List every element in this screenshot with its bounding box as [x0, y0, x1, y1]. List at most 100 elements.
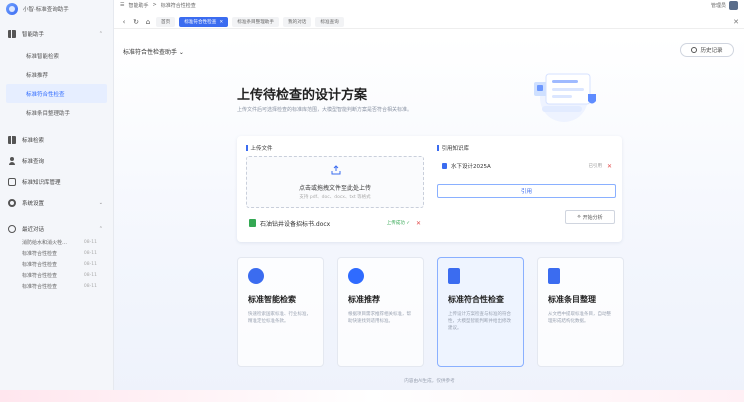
- feature-cards: 标准智能检索 快速检索国家标准、行业标准，精准定位标准条款。 标准推荐 根据项目需求推…: [237, 257, 624, 367]
- home-icon[interactable]: ⌂: [144, 18, 152, 26]
- feature-card[interactable]: 标准条目整理从文档中提取标准条目，自动整理形成结构化数据。: [537, 257, 624, 367]
- card-title: 标准符合性检查: [448, 295, 504, 304]
- sidebar-subitem[interactable]: 标准推荐: [0, 65, 113, 84]
- sidebar-item-assistant[interactable]: 智能助手 ⌃: [6, 26, 107, 42]
- select-kb-button[interactable]: 引用: [437, 184, 616, 198]
- start-button-label: 开始分析: [582, 214, 603, 221]
- remove-kb-icon[interactable]: ✕: [607, 163, 612, 170]
- upload-panel: 上传文件 点击或拖拽文件至此处上传 支持 pdf、doc、docx、txt 等格…: [237, 136, 622, 242]
- refresh-icon[interactable]: ↻: [132, 18, 140, 26]
- avatar[interactable]: [729, 0, 738, 10]
- sidebar: 小智·标准查询助手 智能助手 ⌃ 标准智能检索 标准推荐 标准符合性检查 标准条目整理…: [0, 0, 114, 402]
- sidebar-item-label: 标准检索: [22, 138, 45, 144]
- document-icon: [442, 163, 447, 169]
- card-description: 根据项目需求推荐相关标准，帮助快速找到适用标准。: [348, 312, 411, 325]
- tab-bar: ‹ ↻ ⌂ 首页 标准符合性检查 ✕ 标准条目整理助手 我的对话 标准查询 ✕: [114, 15, 744, 29]
- file-dropzone[interactable]: 点击或拖拽文件至此处上传 支持 pdf、doc、docx、txt 等格式: [246, 156, 424, 208]
- tab-label: 标准查询: [320, 19, 339, 25]
- history-button[interactable]: 历史记录: [680, 43, 734, 57]
- history-date: 08-11: [83, 284, 97, 289]
- history-item[interactable]: 标准符合性检查 08-11: [0, 281, 113, 292]
- history-title: 消防给水和消火栓…: [22, 240, 68, 246]
- sidebar-item-label: 标准查询: [22, 159, 45, 165]
- magic-icon: ⟡: [577, 214, 581, 220]
- document-icon: [548, 268, 560, 284]
- chevron-down-icon: ⌄: [98, 200, 103, 206]
- tab[interactable]: 首页: [156, 16, 176, 27]
- feature-card[interactable]: 标准符合性检查上传设计方案检查与标准的符合性，大模型智能判断并给出修改建议。: [437, 257, 524, 367]
- tab-label: 标准符合性检查: [184, 19, 217, 25]
- grid-icon: [8, 136, 16, 144]
- history-title: 标准符合性检查: [22, 262, 58, 268]
- chevron-up-icon: ⌃: [98, 31, 103, 37]
- tab[interactable]: 我的对话: [283, 16, 312, 27]
- history-date: 08-11: [83, 251, 97, 256]
- tab[interactable]: 标准查询: [315, 16, 344, 27]
- card-title: 标准智能检索: [248, 295, 296, 304]
- upload-icon: [331, 165, 341, 175]
- start-analysis-button[interactable]: ⟡ 开始分析: [565, 210, 615, 224]
- breadcrumb-2: 标准符合性检查: [160, 2, 196, 9]
- history-date: 08-11: [83, 240, 97, 245]
- menu-icon[interactable]: ☰: [120, 2, 124, 8]
- history-date: 08-11: [83, 273, 97, 278]
- breadcrumb-separator: >: [152, 2, 157, 8]
- sidebar-subitem[interactable]: 标准条目整理助手: [0, 103, 113, 122]
- footer-note: 内容由AI生成，仅供参考: [404, 379, 455, 384]
- main-area: 标准符合性检查助手 ⌄ 历史记录 上传待检查的设计方案 上传文件后可选择检查的标…: [114, 36, 744, 402]
- dropzone-text: 点击或拖拽文件至此处上传: [298, 185, 371, 192]
- history-title: 标准符合性检查: [22, 273, 58, 279]
- uploaded-file: 石油钻井设备招标书.docx 上传成功 ✓ ✕: [246, 216, 424, 230]
- feature-card[interactable]: 标准推荐根据项目需求推荐相关标准，帮助快速找到适用标准。: [337, 257, 424, 367]
- sidebar-item-history[interactable]: 最近对话 ⌃: [6, 221, 107, 237]
- breadcrumb-1[interactable]: 智能助手: [128, 2, 148, 9]
- history-item[interactable]: 标准符合性检查 08-11: [0, 248, 113, 259]
- file-status: 上传成功 ✓: [386, 221, 410, 226]
- page-title[interactable]: 标准符合性检查助手 ⌄: [123, 47, 184, 56]
- history-date: 08-11: [83, 262, 97, 267]
- sidebar-item-search[interactable]: 标准检索: [6, 132, 107, 148]
- sidebar-item-label: 智能助手: [22, 32, 45, 38]
- history-title: 标准符合性检查: [22, 251, 58, 257]
- card-title: 标准条目整理: [548, 295, 596, 304]
- topbar: ☰ 智能助手 > 标准符合性检查 管理员: [114, 0, 744, 10]
- chat-icon: [8, 225, 16, 233]
- app-logo: [6, 3, 18, 15]
- history-item[interactable]: 标准符合性检查 08-11: [0, 270, 113, 281]
- history-title: 标准符合性检查: [22, 284, 58, 290]
- feature-card[interactable]: 标准智能检索快速检索国家标准、行业标准，精准定位标准条款。: [237, 257, 324, 367]
- dropzone-formats: 支持 pdf、doc、docx、txt 等格式: [299, 195, 371, 200]
- upload-label: 上传文件: [246, 144, 273, 152]
- sidebar-item-label: 标准知识库管理: [22, 180, 61, 186]
- app-logo-row: 小智·标准查询助手: [0, 0, 113, 18]
- card-description: 快速检索国家标准、行业标准，精准定位标准条款。: [248, 312, 311, 325]
- tab[interactable]: 标准条目整理助手: [232, 16, 279, 27]
- card-description: 从文档中提取标准条目，自动整理形成结构化数据。: [548, 312, 611, 325]
- sidebar-item-query[interactable]: 标准查询: [6, 153, 107, 169]
- card-title: 标准推荐: [348, 295, 380, 304]
- sidebar-item-kb[interactable]: 标准知识库管理: [6, 174, 107, 190]
- history-item[interactable]: 标准符合性检查 08-11: [0, 259, 113, 270]
- sidebar-item-label: 系统设置: [22, 201, 45, 207]
- sidebar-subitem[interactable]: 标准智能检索: [0, 46, 113, 65]
- sidebar-subitem[interactable]: 标准符合性检查: [6, 84, 107, 103]
- database-icon: [8, 178, 16, 186]
- close-tab-icon[interactable]: ✕: [219, 20, 223, 25]
- app-name: 小智·标准查询助手: [23, 7, 69, 13]
- clock-icon: [691, 47, 698, 53]
- close-icon[interactable]: ✕: [733, 18, 739, 26]
- user-name[interactable]: 管理员: [711, 2, 726, 9]
- word-document-icon: [249, 219, 256, 227]
- tab[interactable]: 标准符合性检查 ✕: [179, 16, 229, 27]
- hero-subtitle: 上传文件后可选择检查的标准库范围，大模型智能判断方案是否符合相关标准。: [237, 107, 413, 113]
- remove-file-icon[interactable]: ✕: [416, 220, 421, 227]
- robot-icon: [248, 268, 264, 284]
- sidebar-item-settings[interactable]: 系统设置 ⌄: [6, 195, 107, 211]
- history-item[interactable]: 消防给水和消火栓… 08-11: [0, 237, 113, 248]
- kb-item: 水下设计2025A 已引用 ✕: [442, 160, 614, 172]
- person-icon: [8, 157, 16, 165]
- back-icon[interactable]: ‹: [120, 18, 128, 26]
- document-chart-icon: [448, 268, 460, 284]
- card-description: 上传设计方案检查与标准的符合性，大模型智能判断并给出修改建议。: [448, 312, 511, 332]
- sidebar-item-label: 最近对话: [22, 227, 45, 233]
